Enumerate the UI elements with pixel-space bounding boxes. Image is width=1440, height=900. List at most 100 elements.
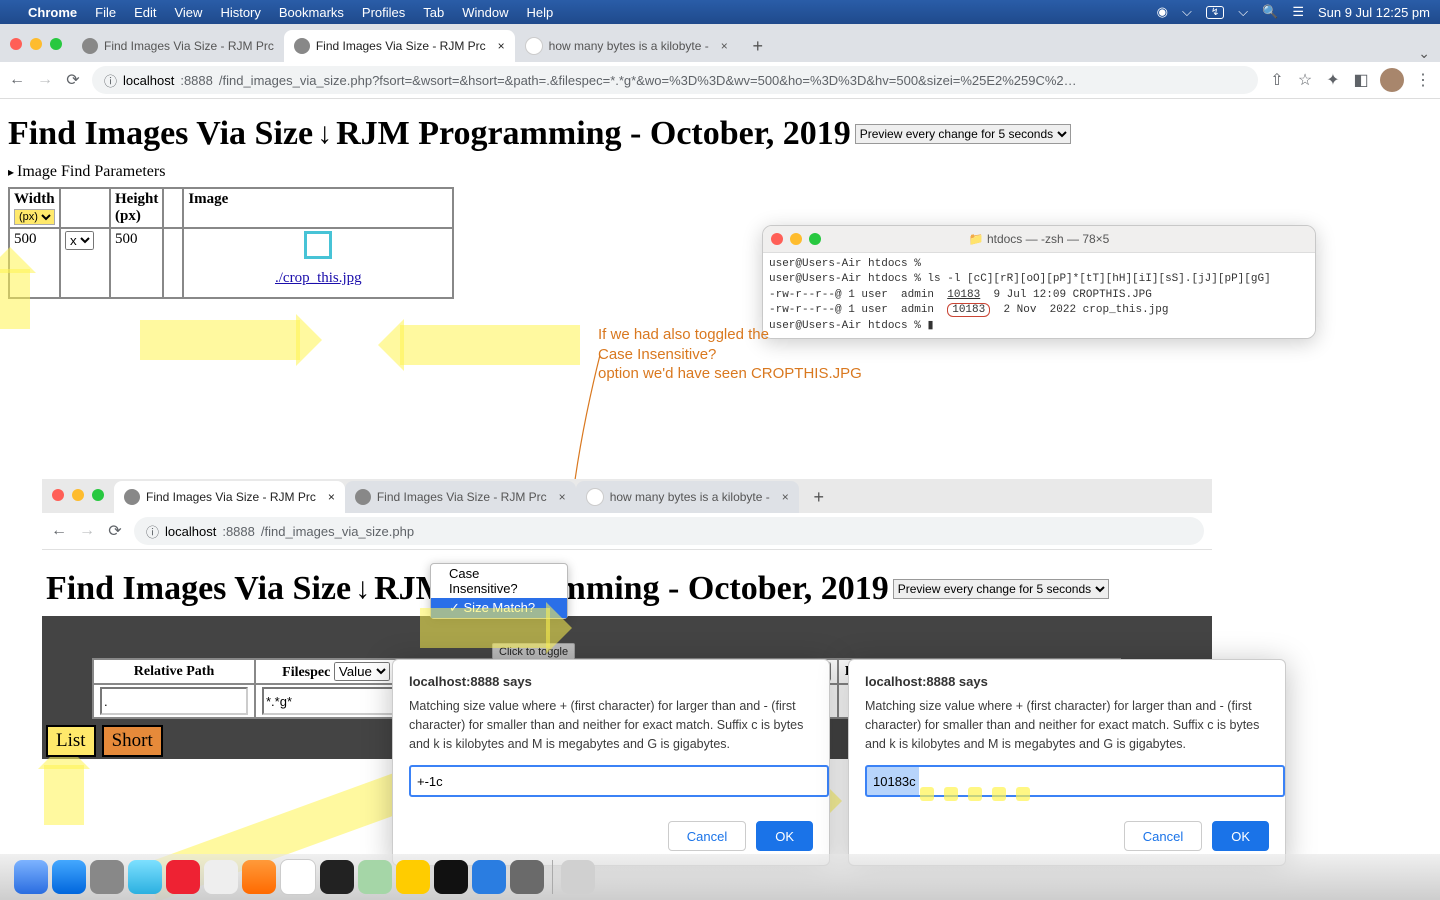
disclosure-parameters[interactable]: Image Find Parameters: [8, 163, 1440, 181]
preview-select[interactable]: Preview every change for 5 seconds: [893, 579, 1109, 599]
window-traffic-lights[interactable]: [10, 38, 62, 50]
wifi-icon[interactable]: ⌵: [1238, 4, 1248, 20]
width-unit-select[interactable]: (px): [14, 209, 55, 225]
menu-help[interactable]: Help: [527, 5, 554, 20]
dock-settings-icon[interactable]: [510, 860, 544, 894]
ok-button[interactable]: OK: [756, 821, 813, 851]
dock-app-icon[interactable]: [204, 860, 238, 894]
sort-down-icon[interactable]: ↓: [317, 117, 332, 151]
list-button[interactable]: List: [46, 725, 96, 757]
browser-tab[interactable]: Find Images Via Size - RJM Prc×: [345, 481, 576, 513]
bookmark-icon[interactable]: ☆: [1296, 70, 1314, 90]
minimize-window-icon[interactable]: [30, 38, 42, 50]
preview-select[interactable]: Preview every change for 5 seconds: [855, 124, 1071, 144]
new-tab-button[interactable]: +: [805, 483, 833, 511]
dock-app-icon[interactable]: [242, 860, 276, 894]
menu-edit[interactable]: Edit: [134, 5, 156, 20]
maximize-window-icon[interactable]: [50, 38, 62, 50]
dimension-op-select[interactable]: x: [65, 231, 94, 250]
spotlight-icon[interactable]: 🔍: [1262, 4, 1278, 20]
back-icon[interactable]: ←: [50, 522, 68, 540]
path-input[interactable]: [100, 687, 248, 715]
menu-file[interactable]: File: [95, 5, 116, 20]
close-tab-icon[interactable]: ×: [721, 39, 728, 53]
bluetooth-icon[interactable]: ⌵: [1182, 4, 1192, 20]
tab-overflow-icon[interactable]: ⌄: [1418, 45, 1430, 62]
browser-tab[interactable]: Find Images Via Size - RJM Prc×: [114, 481, 345, 513]
dock-terminal-icon[interactable]: [320, 860, 354, 894]
list-short-buttons: List Short: [46, 725, 163, 757]
site-info-icon[interactable]: ⓘ: [146, 522, 159, 541]
option-case-insensitive[interactable]: Case Insensitive?: [431, 564, 567, 598]
ok-button[interactable]: OK: [1212, 821, 1269, 851]
extensions-icon[interactable]: ✦: [1324, 70, 1342, 90]
annotation-highlight: [0, 269, 30, 329]
annotation-highlight: [44, 765, 84, 825]
battery-icon[interactable]: ↯: [1206, 6, 1224, 19]
new-tab-button[interactable]: +: [744, 32, 772, 60]
menu-profiles[interactable]: Profiles: [362, 5, 405, 20]
forward-icon[interactable]: →: [36, 71, 54, 89]
annotation-highlight: [400, 325, 580, 365]
app-name[interactable]: Chrome: [28, 5, 77, 20]
dialog-message: Matching size value where + (first chara…: [865, 697, 1269, 753]
image-link[interactable]: ./crop_this.jpg: [188, 270, 448, 287]
page-subtitle-text: RJM Programming - October, 2019: [336, 115, 851, 153]
site-info-icon[interactable]: ⓘ: [104, 71, 117, 90]
height-header: Height (px): [110, 188, 163, 228]
sidepanel-icon[interactable]: ◧: [1352, 70, 1370, 90]
dock-mail-icon[interactable]: [128, 860, 162, 894]
record-icon[interactable]: ◉: [1157, 4, 1168, 20]
dock-safari-icon[interactable]: [52, 860, 86, 894]
close-tab-icon[interactable]: ×: [498, 39, 505, 53]
macos-dock[interactable]: [0, 854, 1440, 900]
dock-finder-icon[interactable]: [14, 860, 48, 894]
annotation-text: If we had also toggled the Case Insensit…: [598, 325, 862, 384]
height-value: 500: [110, 228, 163, 298]
clock[interactable]: Sun 9 Jul 12:25 pm: [1318, 5, 1430, 20]
address-bar[interactable]: ⓘ localhost:8888/find_images_via_size.ph…: [134, 517, 1204, 545]
filespec-input[interactable]: [262, 687, 410, 715]
browser-tab[interactable]: Find Images Via Size - RJM Prc: [72, 30, 284, 62]
dialog-input[interactable]: [409, 765, 829, 797]
chrome-menu-icon[interactable]: ⋮: [1414, 70, 1432, 90]
share-icon[interactable]: ⇧: [1268, 70, 1286, 90]
dock-trash-icon[interactable]: [561, 860, 595, 894]
dock-app-icon[interactable]: [434, 860, 468, 894]
browser-tab[interactable]: how many bytes is a kilobyte -×: [576, 481, 799, 513]
close-window-icon[interactable]: [10, 38, 22, 50]
menu-history[interactable]: History: [220, 5, 260, 20]
menu-bookmarks[interactable]: Bookmarks: [279, 5, 344, 20]
browser-tab[interactable]: how many bytes is a kilobyte - ×: [515, 30, 738, 62]
cancel-button[interactable]: Cancel: [668, 821, 746, 851]
back-icon[interactable]: ←: [8, 71, 26, 89]
menu-tab[interactable]: Tab: [423, 5, 444, 20]
dock-appstore-icon[interactable]: [472, 860, 506, 894]
folder-icon: 📁: [969, 232, 984, 246]
forward-icon[interactable]: →: [78, 522, 96, 540]
browser-tab[interactable]: Find Images Via Size - RJM Prc ×: [284, 30, 515, 62]
menu-view[interactable]: View: [174, 5, 202, 20]
cancel-button[interactable]: Cancel: [1124, 821, 1202, 851]
dock-app-icon[interactable]: [396, 860, 430, 894]
dock-app-icon[interactable]: [90, 860, 124, 894]
image-thumbnail[interactable]: [304, 231, 332, 259]
dock-app-icon[interactable]: [358, 860, 392, 894]
sort-down-icon[interactable]: ↓: [355, 572, 370, 606]
image-header: Image: [183, 188, 453, 228]
filespec-select[interactable]: Value: [334, 662, 390, 681]
dock-calendar-icon[interactable]: [280, 859, 316, 895]
control-center-icon[interactable]: ☰: [1292, 4, 1304, 20]
favicon-icon: [294, 38, 310, 54]
short-button[interactable]: Short: [102, 725, 163, 757]
reload-icon[interactable]: ⟳: [106, 521, 124, 541]
tab-title: how many bytes is a kilobyte -: [549, 39, 709, 53]
profile-avatar-icon[interactable]: [1380, 68, 1404, 92]
tab-title: Find Images Via Size - RJM Prc: [104, 39, 274, 53]
reload-icon[interactable]: ⟳: [64, 70, 82, 90]
dock-app-icon[interactable]: [166, 860, 200, 894]
js-prompt-dialog: localhost:8888 says Matching size value …: [848, 659, 1286, 866]
address-bar[interactable]: ⓘ localhost:8888/find_images_via_size.ph…: [92, 66, 1258, 94]
menu-window[interactable]: Window: [462, 5, 508, 20]
image-result-table: Width (px) Height (px) Image 500 x 500 .…: [8, 187, 454, 299]
